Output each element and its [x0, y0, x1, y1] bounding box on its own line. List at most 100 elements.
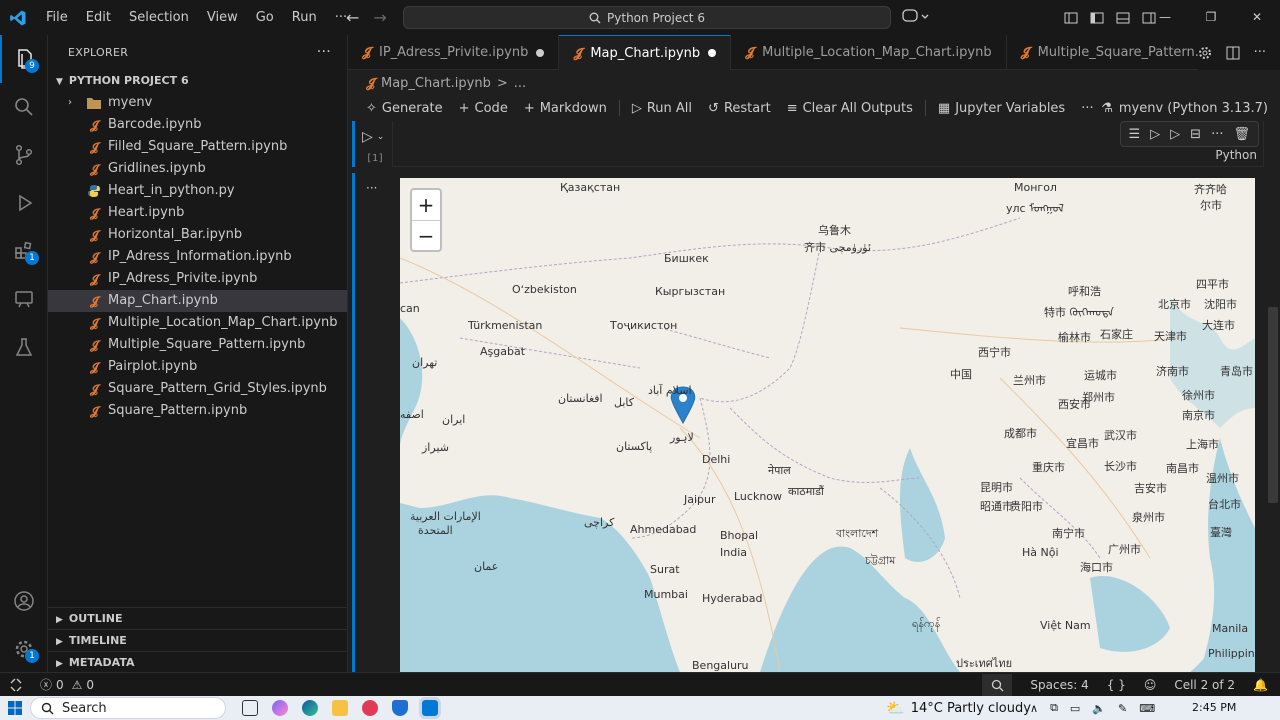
zoom-out-button[interactable]: − — [412, 220, 440, 250]
execute-above-icon[interactable]: ▷ — [1150, 127, 1160, 142]
tree-file[interactable]: 𝓙 IP_Adress_Privite.ipynb — [48, 268, 347, 290]
tree-file[interactable]: 𝓙 Square_Pattern.ipynb — [48, 400, 347, 422]
chevron-down-icon[interactable]: ⌄ — [377, 132, 385, 142]
tree-file[interactable]: 𝓙 IP_Adress_Information.ipynb — [48, 246, 347, 268]
output-more-button[interactable]: ··· — [366, 181, 377, 195]
clear-outputs-button[interactable]: ≡ Clear All Outputs — [779, 101, 921, 116]
tree-folder[interactable]: › myenv — [48, 92, 347, 114]
security-shield-icon[interactable] — [392, 700, 408, 716]
toggle-sidebar-icon[interactable] — [1090, 11, 1104, 25]
battery-icon[interactable]: ▭ — [1070, 702, 1080, 715]
code-cell[interactable]: ☰ ▷ ▷ ⊟ ··· 🗑 Python — [392, 121, 1264, 167]
taskbar-search[interactable]: Search — [30, 697, 226, 719]
run-cell-icon[interactable]: ▷ — [362, 129, 373, 145]
account-icon[interactable] — [0, 577, 48, 625]
menu-run[interactable]: Run — [283, 0, 326, 35]
weather-widget[interactable]: ⛅ 14°C Partly cloudy — [886, 696, 1031, 720]
toggle-panel-icon[interactable] — [1116, 11, 1130, 25]
tab-multiple-location-map-chart[interactable]: 𝓙 Multiple_Location_Map_Chart.ipynb — [731, 35, 1007, 70]
unsaved-dot-icon[interactable] — [708, 49, 717, 57]
map-output[interactable]: + − Қазақстан Монгол улс ᠮᠣᠩᠭᠣᠯ 齐齐哈 尔市 乌鲁木 齐市 … — [400, 178, 1255, 672]
tab-ip-adress-privite[interactable]: 𝓙 IP_Adress_Privite.ipynb — [348, 35, 560, 70]
customize-layout-icon[interactable] — [1064, 11, 1078, 25]
menu-selection[interactable]: Selection — [120, 0, 198, 35]
vscode-taskbar-icon[interactable] — [419, 697, 441, 719]
unsaved-dot-icon[interactable] — [536, 48, 545, 57]
editor-scrollbar[interactable] — [1268, 307, 1278, 503]
split-cell-icon[interactable]: ⊟ — [1190, 127, 1201, 142]
execute-below-icon[interactable]: ▷ — [1170, 127, 1180, 142]
language-icon[interactable]: ⌨ — [1139, 702, 1155, 715]
problems-indicator[interactable]: ⓧ 0 ⚠ 0 — [40, 676, 94, 693]
run-all-button[interactable]: ▷ Run All — [624, 101, 700, 116]
tree-file[interactable]: 𝓙 Heart.ipynb — [48, 202, 347, 224]
cell-status[interactable]: Cell 2 of 2 — [1174, 678, 1235, 692]
toolbar-more-button[interactable]: ··· — [1073, 101, 1101, 116]
browser-app-icon[interactable] — [362, 700, 378, 716]
add-code-button[interactable]: + Code — [451, 101, 516, 116]
explorer-more-button[interactable]: ··· — [317, 35, 331, 70]
metadata-section[interactable]: ▶ METADATA — [48, 651, 347, 673]
breadcrumb-rest[interactable]: ... — [514, 76, 526, 91]
zoom-status-icon[interactable] — [982, 674, 1013, 696]
add-markdown-button[interactable]: + Markdown — [516, 101, 615, 116]
explorer-icon[interactable]: 9 — [0, 35, 48, 83]
command-center-search[interactable]: Python Project 6 — [403, 6, 891, 29]
windows-start-icon[interactable] — [0, 701, 30, 715]
close-icon[interactable]: ✕ — [1234, 0, 1280, 35]
show-hidden-icons-icon[interactable]: ∧ — [1030, 702, 1038, 715]
menu-go[interactable]: Go — [247, 0, 283, 35]
menu-view[interactable]: View — [198, 0, 247, 35]
language-braces-status[interactable]: { } — [1107, 678, 1126, 692]
edge-icon[interactable] — [302, 700, 318, 716]
extensions-icon[interactable]: 1 — [0, 227, 48, 275]
tree-file[interactable]: 𝓙 Filled_Square_Pattern.ipynb — [48, 136, 347, 158]
run-by-line-icon[interactable]: ☰ — [1129, 127, 1141, 142]
indentation-status[interactable]: Spaces: 4 — [1030, 678, 1088, 692]
tree-file[interactable]: 𝓙 Multiple_Location_Map_Chart.ipynb — [48, 312, 347, 334]
pen-icon[interactable]: ✎ — [1118, 702, 1127, 715]
copilot-app-icon[interactable] — [272, 700, 288, 716]
kernel-picker[interactable]: ⚗ myenv (Python 3.13.7) — [1101, 94, 1268, 122]
tree-file[interactable]: Heart_in_python.py — [48, 180, 347, 202]
restart-button[interactable]: ↺ Restart — [700, 101, 779, 116]
tab-map-chart[interactable]: 𝓙 Map_Chart.ipynb — [559, 35, 732, 70]
run-debug-icon[interactable] — [0, 179, 48, 227]
breadcrumb-file[interactable]: Map_Chart.ipynb — [381, 76, 491, 91]
generate-button[interactable]: ✧ Generate — [358, 101, 451, 116]
system-clock[interactable]: 2:45 PM — [1192, 696, 1236, 720]
back-arrow-icon[interactable]: ← — [346, 8, 359, 27]
delete-cell-icon[interactable]: 🗑 — [1233, 127, 1250, 142]
remote-explorer-icon[interactable] — [0, 275, 48, 323]
gear-icon[interactable] — [1198, 46, 1212, 60]
cell-more-icon[interactable]: ··· — [1211, 127, 1223, 142]
timeline-section[interactable]: ▶ TIMELINE — [48, 629, 347, 651]
copilot-icon[interactable] — [902, 8, 930, 28]
settings-gear-icon[interactable]: 1 — [0, 625, 48, 673]
more-actions-button[interactable]: ··· — [1254, 45, 1266, 60]
forward-arrow-icon[interactable]: → — [373, 8, 386, 27]
tray-app-icon[interactable]: ⧉ — [1050, 701, 1058, 715]
outline-section[interactable]: ▶ OUTLINE — [48, 607, 347, 629]
tree-file[interactable]: 𝓙 Pairplot.ipynb — [48, 356, 347, 378]
project-folder-header[interactable]: ▼ PYTHON PROJECT 6 — [48, 70, 347, 92]
zoom-in-button[interactable]: + — [412, 190, 440, 220]
jupyter-variables-button[interactable]: ▦ Jupyter Variables — [930, 101, 1073, 116]
remote-indicator-icon[interactable] — [0, 673, 32, 697]
search-view-icon[interactable] — [0, 83, 48, 131]
volume-icon[interactable]: 🔈 — [1092, 702, 1106, 715]
tree-file[interactable]: 𝓙 Map_Chart.ipynb — [48, 290, 347, 312]
notifications-bell-icon[interactable]: 🔔 — [1253, 678, 1268, 692]
cell-language[interactable]: Python — [1215, 148, 1257, 162]
menu-edit[interactable]: Edit — [77, 0, 120, 35]
tree-file[interactable]: 𝓙 Horizontal_Bar.ipynb — [48, 224, 347, 246]
tree-file[interactable]: 𝓙 Multiple_Square_Pattern.ipynb — [48, 334, 347, 356]
tree-file[interactable]: 𝓙 Gridlines.ipynb — [48, 158, 347, 180]
source-control-icon[interactable] — [0, 131, 48, 179]
testing-flask-icon[interactable] — [0, 323, 48, 371]
menu-file[interactable]: File — [37, 0, 77, 35]
restore-icon[interactable]: ❐ — [1188, 0, 1234, 35]
tree-file[interactable]: 𝓙 Square_Pattern_Grid_Styles.ipynb — [48, 378, 347, 400]
task-view-icon[interactable] — [242, 700, 258, 716]
minimize-icon[interactable]: — — [1142, 0, 1188, 35]
